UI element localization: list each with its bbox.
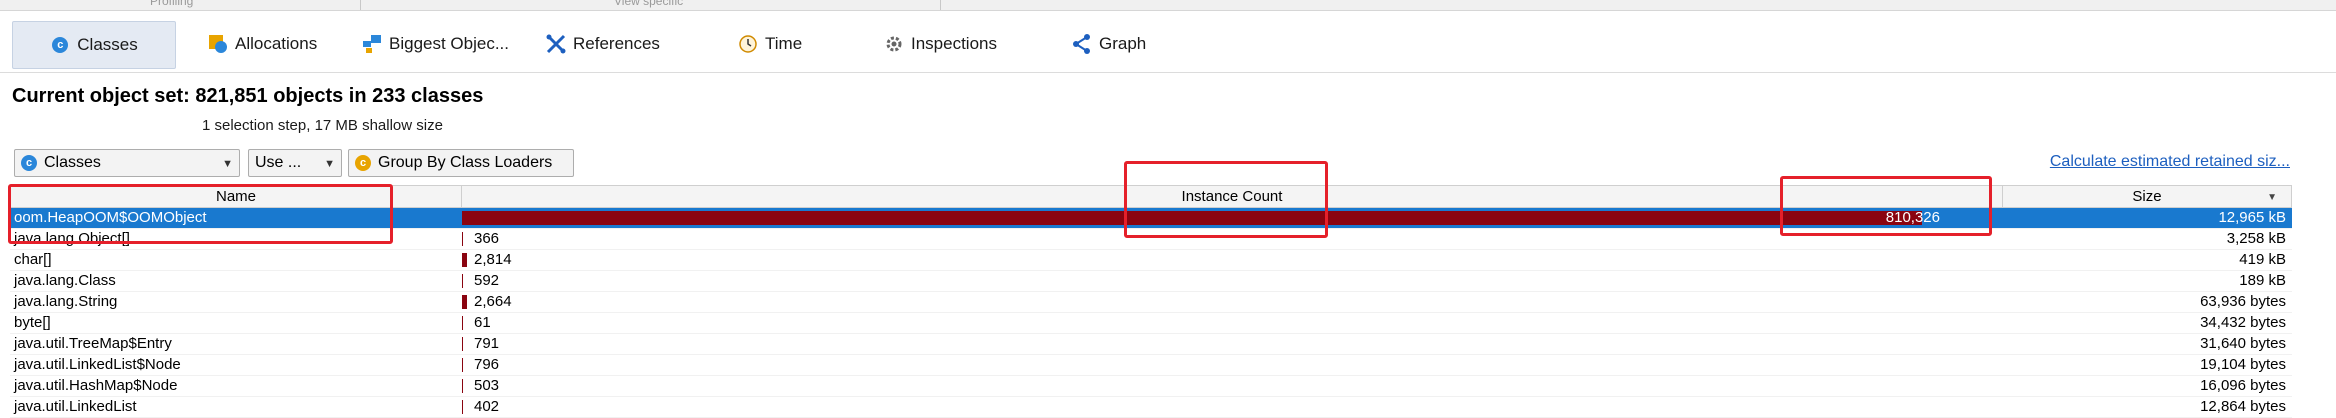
instance-count-cell: 592 <box>460 271 1950 291</box>
table-row[interactable]: java.util.TreeMap$Entry 791 31,640 bytes <box>10 334 2292 355</box>
instance-count-bar <box>462 379 463 393</box>
instance-count-value: 791 <box>474 335 500 352</box>
class-name-cell: java.util.LinkedList <box>14 398 137 415</box>
class-name-cell: java.util.LinkedList$Node <box>14 356 181 373</box>
class-name-cell: char[] <box>14 251 52 268</box>
instance-count-value: 2,664 <box>474 293 512 310</box>
table-row[interactable]: char[] 2,814 419 kB <box>10 250 2292 271</box>
class-name-cell: java.lang.Class <box>14 272 116 289</box>
view-tab-bar: c Classes Allocations Biggest Objec... R… <box>0 12 2336 73</box>
tab-label: Time <box>765 34 803 53</box>
tab-label: Allocations <box>235 34 318 53</box>
size-cell: 419 kB <box>2239 251 2286 268</box>
instance-count-bar <box>462 337 463 351</box>
view-specific-section-label: View specific <box>614 0 684 8</box>
instance-count-bar <box>462 358 463 372</box>
class-name-cell: java.lang.String <box>14 293 118 310</box>
view-select-value: Classes <box>44 154 101 171</box>
instance-count-value: 796 <box>474 356 500 373</box>
use-button-label: Use ... <box>255 154 302 171</box>
table-row[interactable]: java.lang.String 2,664 63,936 bytes <box>10 292 2292 313</box>
instance-count-bar <box>462 316 463 330</box>
tab-inspections[interactable]: Inspections <box>884 21 997 67</box>
table-row[interactable]: java.util.LinkedList$Node 796 19,104 bytes <box>10 355 2292 376</box>
classes-icon: c <box>21 155 37 171</box>
column-header-size[interactable]: Size <box>2003 186 2291 207</box>
tab-classes[interactable]: c Classes <box>12 21 176 69</box>
table-row[interactable]: byte[] 61 34,432 bytes <box>10 313 2292 334</box>
strip-divider <box>940 0 941 10</box>
instance-count-cell: 2,814 <box>460 250 1950 270</box>
instance-count-cell: 791 <box>460 334 1950 354</box>
class-loader-icon: c <box>355 155 371 171</box>
tab-allocations[interactable]: Allocations <box>208 21 317 67</box>
instance-count-bar <box>462 232 463 246</box>
tab-graph[interactable]: Graph <box>1072 21 1146 67</box>
size-cell: 189 kB <box>2239 272 2286 289</box>
instance-count-value: 402 <box>474 398 500 415</box>
gear-icon <box>884 34 904 54</box>
count-value-highlight-box <box>1780 176 1992 236</box>
instance-count-highlight-box <box>1124 161 1328 238</box>
tab-time[interactable]: Time <box>738 21 802 67</box>
size-cell: 3,258 kB <box>2226 230 2286 247</box>
biggest-objects-icon <box>362 34 382 54</box>
instance-count-bar <box>462 274 463 288</box>
tab-label: Classes <box>77 35 138 54</box>
size-cell: 12,864 bytes <box>2200 398 2286 415</box>
instance-count-bar <box>462 400 463 414</box>
instance-count-value: 592 <box>474 272 500 289</box>
instance-count-bar <box>462 253 467 267</box>
tab-references[interactable]: References <box>546 21 660 67</box>
group-button-label: Group By Class Loaders <box>378 154 553 171</box>
allocations-icon <box>208 34 228 54</box>
size-cell: 16,096 bytes <box>2200 377 2286 394</box>
size-cell: 34,432 bytes <box>2200 314 2286 331</box>
table-row[interactable]: java.lang.Class 592 189 kB <box>10 271 2292 292</box>
class-name-cell: java.util.TreeMap$Entry <box>14 335 172 352</box>
instance-count-cell: 61 <box>460 313 1950 333</box>
instance-count-cell: 2,664 <box>460 292 1950 312</box>
instance-count-value: 366 <box>474 230 500 247</box>
group-by-class-loaders-button[interactable]: c Group By Class Loaders <box>348 149 574 177</box>
strip-divider <box>360 0 361 10</box>
use-dropdown-button[interactable]: Use ... ▼ <box>248 149 342 177</box>
class-name-cell: java.util.HashMap$Node <box>14 377 178 394</box>
instance-count-cell: 503 <box>460 376 1950 396</box>
calculate-retained-size-link[interactable]: Calculate estimated retained siz... <box>2050 153 2290 171</box>
references-icon <box>546 34 566 54</box>
profiling-section-label: Profiling <box>150 0 194 8</box>
table-row[interactable]: java.util.LinkedList 402 12,864 bytes <box>10 397 2292 418</box>
tab-label: Biggest Objec... <box>389 34 510 53</box>
page-title: Current object set: 821,851 objects in 2… <box>12 85 484 107</box>
sort-descending-icon: ▼ <box>2267 192 2277 203</box>
selection-summary: 1 selection step, 17 MB shallow size <box>202 117 443 134</box>
instance-count-bar <box>462 295 467 309</box>
table-row[interactable]: java.util.HashMap$Node 503 16,096 bytes <box>10 376 2292 397</box>
profiling-view-strip: Profiling View specific <box>0 0 2336 11</box>
instance-count-cell: 402 <box>460 397 1950 417</box>
tab-label: Graph <box>1099 34 1147 53</box>
classes-icon: c <box>50 35 70 55</box>
instance-count-cell: 796 <box>460 355 1950 375</box>
instance-count-value: 2,814 <box>474 251 512 268</box>
size-cell: 31,640 bytes <box>2200 335 2286 352</box>
chevron-down-icon: ▼ <box>222 158 233 170</box>
view-select[interactable]: c Classes ▼ <box>14 149 240 177</box>
class-name-cell: byte[] <box>14 314 51 331</box>
instance-count-value: 503 <box>474 377 500 394</box>
tab-biggest-objects[interactable]: Biggest Objec... <box>362 21 509 67</box>
tab-label: Inspections <box>911 34 997 53</box>
clock-icon <box>738 34 758 54</box>
size-cell: 63,936 bytes <box>2200 293 2286 310</box>
graph-icon <box>1072 34 1092 54</box>
size-cell: 12,965 kB <box>2218 209 2286 226</box>
instance-count-value: 61 <box>474 314 491 331</box>
caret-down-icon: ▼ <box>324 158 335 170</box>
name-highlight-box <box>8 184 393 244</box>
tab-label: References <box>573 34 660 53</box>
size-cell: 19,104 bytes <box>2200 356 2286 373</box>
